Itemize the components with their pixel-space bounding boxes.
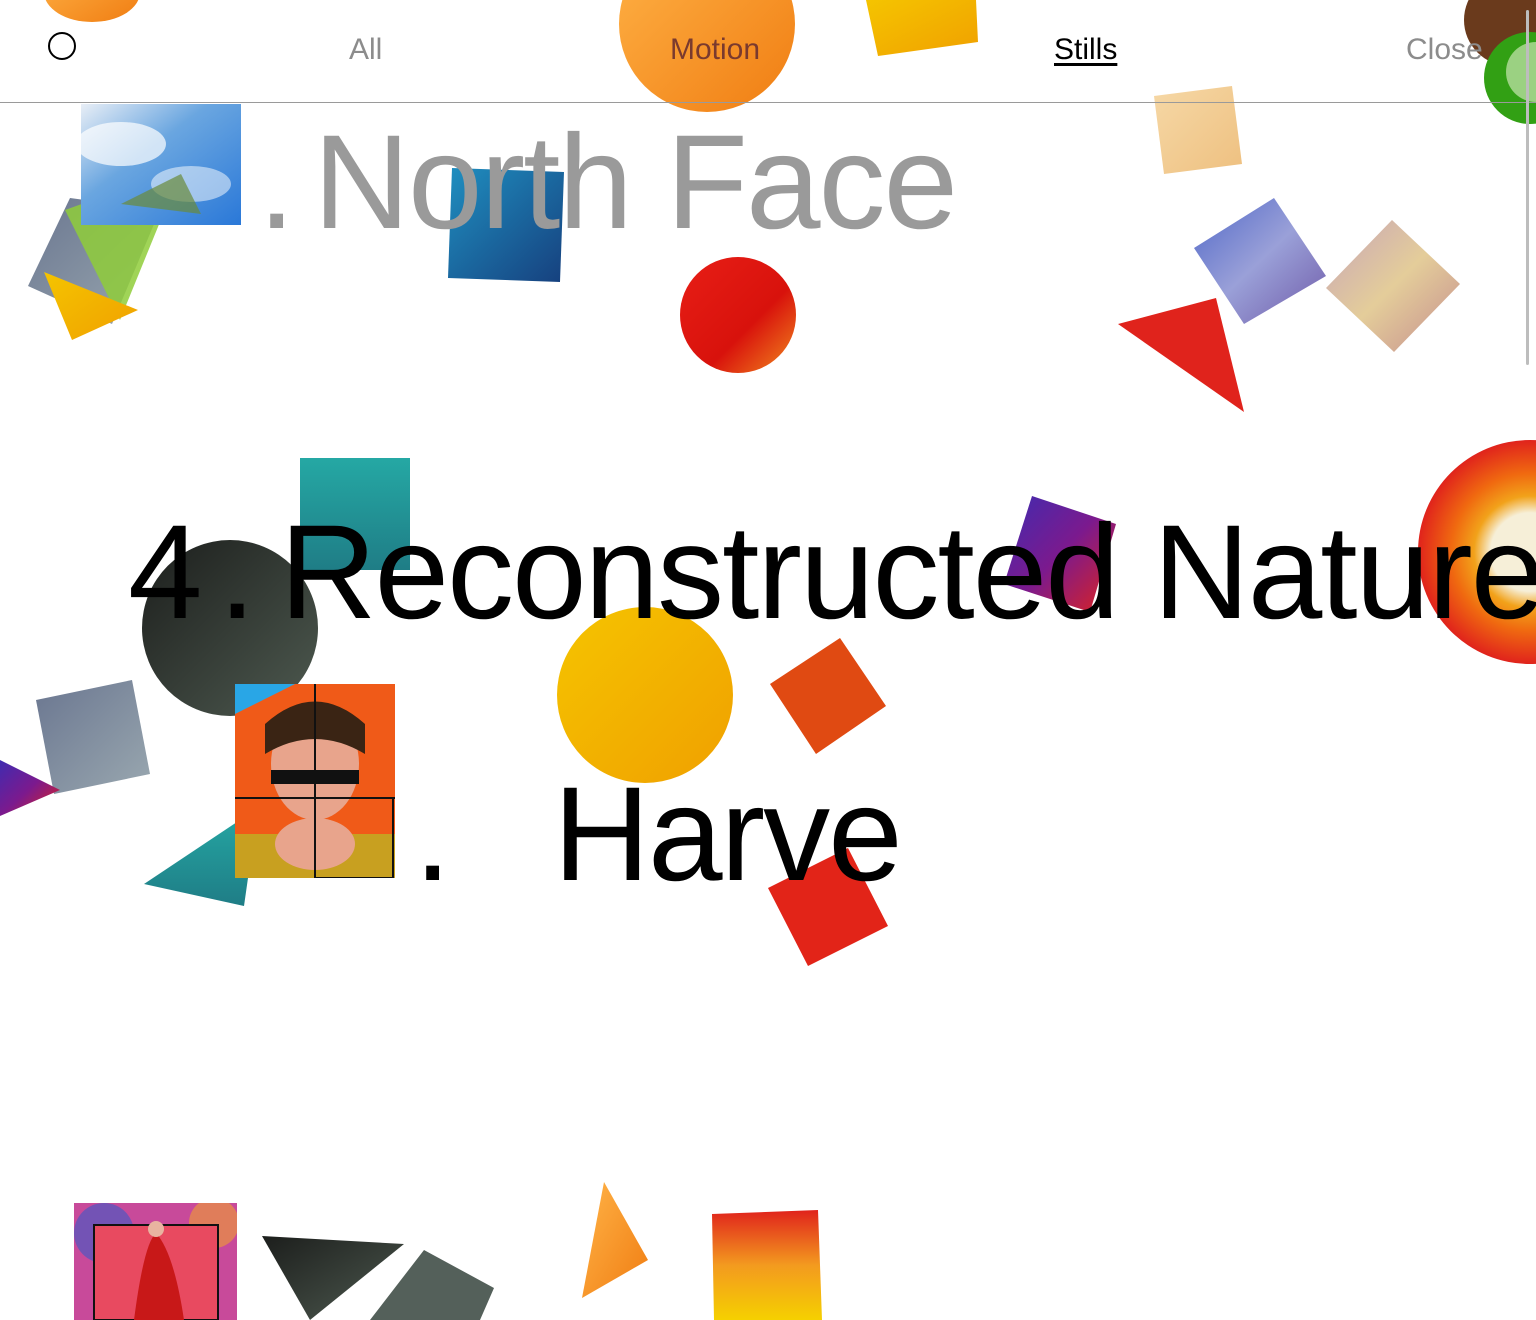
project-title-north-face[interactable]: . North Face bbox=[258, 116, 958, 250]
top-navigation: All Motion Stills Close bbox=[0, 0, 1536, 103]
bottom-project-thumbnail[interactable] bbox=[74, 1203, 237, 1320]
project-number: 4 bbox=[128, 498, 203, 647]
project-dot: . bbox=[218, 498, 256, 647]
project-title-harve[interactable]: . Harve bbox=[414, 768, 903, 902]
nav-motion[interactable]: Motion bbox=[670, 30, 760, 70]
project-name: North Face bbox=[313, 108, 958, 257]
project-dot: . bbox=[414, 760, 451, 909]
scrollbar[interactable] bbox=[1526, 10, 1529, 365]
circle-logo-icon[interactable] bbox=[48, 32, 76, 60]
north-face-thumbnail[interactable] bbox=[81, 104, 241, 225]
nav-close[interactable]: Close bbox=[1406, 30, 1483, 70]
project-dot: . bbox=[258, 108, 295, 257]
project-title-reconstructed-nature[interactable]: 4. Reconstructed Nature bbox=[128, 506, 1536, 640]
project-name: Reconstructed Nature bbox=[279, 498, 1536, 647]
nav-stills[interactable]: Stills bbox=[1054, 30, 1117, 70]
harve-thumbnail[interactable] bbox=[235, 684, 395, 878]
project-name: Harve bbox=[553, 760, 902, 909]
nav-all[interactable]: All bbox=[349, 30, 382, 70]
